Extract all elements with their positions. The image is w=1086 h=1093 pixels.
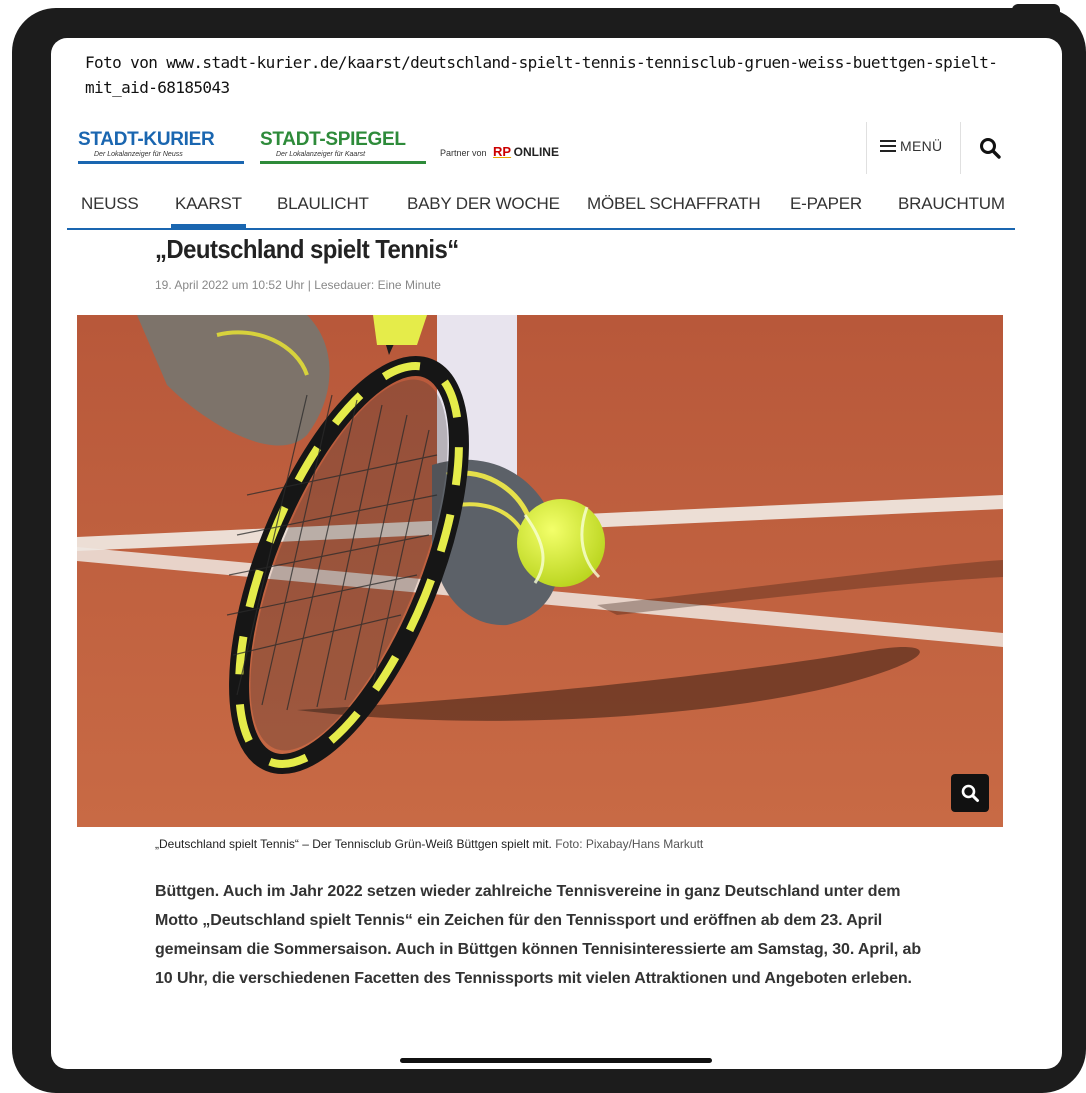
image-zoom-button[interactable] [951, 774, 989, 812]
source-note: Foto von www.stadt-kurier.de/kaarst/deut… [85, 53, 998, 97]
partner-prefix: Partner von [440, 148, 487, 158]
logo-spiegel-name: STADT-SPIEGEL [260, 129, 406, 150]
screen: Foto von www.stadt-kurier.de/kaarst/deut… [51, 38, 1062, 1069]
menu-button[interactable]: MENÜ [880, 138, 942, 154]
article-meta: 19. April 2022 um 10:52 Uhr | Lesedauer:… [155, 278, 441, 292]
image-caption: „Deutschland spielt Tennis“ – Der Tennis… [155, 837, 703, 851]
search-icon [980, 138, 1001, 159]
tennis-photo [77, 315, 1003, 827]
nav-item-neuss[interactable]: NEUSS [81, 194, 139, 214]
nav-item-baby-der-woche[interactable]: BABY DER WOCHE [407, 194, 560, 214]
partner-rp-online[interactable]: Partner von RP ONLINE [440, 144, 559, 159]
partner-rp: RP [493, 144, 512, 159]
logo-kurier-name: STADT-KURIER [78, 129, 215, 150]
nav-item-moebel-schaffrath[interactable]: MÖBEL SCHAFFRATH [587, 194, 761, 214]
hamburger-icon [880, 140, 896, 152]
menu-label: MENÜ [900, 138, 943, 154]
logo-stadt-kurier[interactable]: STADT-KURIER Der Lokalanzeiger für Neuss [78, 130, 244, 164]
article-body: Büttgen. Auch im Jahr 2022 setzen wieder… [155, 883, 922, 987]
article-headline: „Deutschland spielt Tennis“ [155, 234, 459, 264]
home-indicator[interactable] [400, 1058, 712, 1063]
logo-spiegel-rule [260, 161, 426, 164]
logo-spiegel-sub: Der Lokalanzeiger für Kaarst [276, 151, 366, 158]
logo-stadt-spiegel[interactable]: STADT-SPIEGEL Der Lokalanzeiger für Kaar… [260, 130, 426, 164]
header-divider [866, 122, 867, 174]
caption-credit: Foto: Pixabay/Hans Markutt [555, 837, 704, 851]
logo-kurier-sub: Der Lokalanzeiger für Neuss [94, 151, 183, 158]
nav-item-brauchtum[interactable]: BRAUCHTUM [898, 194, 1005, 214]
nav-item-blaulicht[interactable]: BLAULICHT [277, 194, 369, 214]
logo-kurier-rule [78, 161, 244, 164]
section-nav: NEUSS KAARST BLAULICHT BABY DER WOCHE MÖ… [67, 182, 1015, 230]
zoom-icon [961, 784, 979, 802]
search-button[interactable] [978, 136, 1002, 160]
caption-text: „Deutschland spielt Tennis“ – Der Tennis… [155, 837, 552, 851]
header-divider [960, 122, 961, 174]
hero-image[interactable] [77, 315, 1003, 827]
nav-item-kaarst[interactable]: KAARST [171, 194, 246, 228]
nav-item-e-paper[interactable]: E-PAPER [790, 194, 862, 214]
partner-online: ONLINE [513, 145, 559, 159]
